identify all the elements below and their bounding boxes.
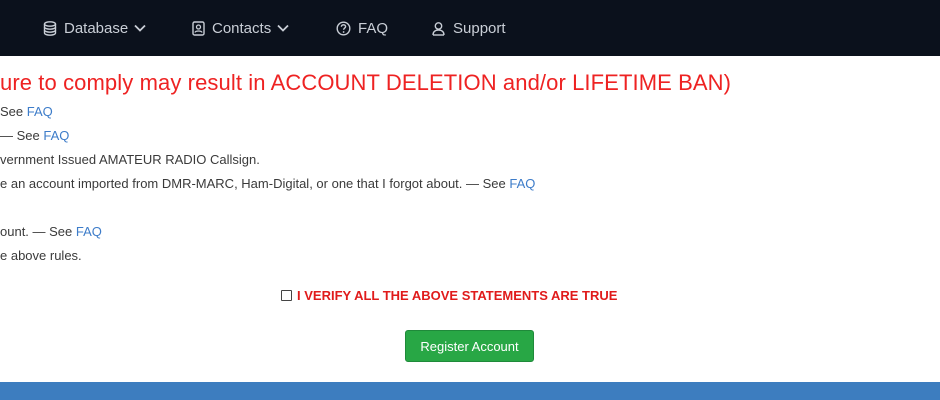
rule-item: vernment Issued AMATEUR RADIO Callsign.	[0, 152, 260, 167]
top-navbar: Database Contacts FAQ Support	[0, 0, 940, 56]
rule-text: ount. — See	[0, 224, 76, 239]
faq-link[interactable]: FAQ	[509, 176, 535, 191]
verify-label: I VERIFY ALL THE ABOVE STATEMENTS ARE TR…	[297, 288, 618, 303]
verify-checkbox[interactable]	[281, 290, 292, 301]
rule-item: e above rules.	[0, 248, 82, 263]
rule-text: e an account imported from DMR-MARC, Ham…	[0, 176, 510, 191]
faq-link[interactable]: FAQ	[27, 104, 53, 119]
rule-item: e an account imported from DMR-MARC, Ham…	[0, 176, 535, 191]
faq-link[interactable]: FAQ	[76, 224, 102, 239]
footer-bar	[0, 382, 940, 400]
rule-text: See	[0, 104, 27, 119]
rule-text: e above rules.	[0, 248, 82, 263]
rule-text: vernment Issued AMATEUR RADIO Callsign.	[0, 152, 260, 167]
warning-text: ure to comply may result in ACCOUNT DELE…	[0, 70, 732, 95]
nav-contacts[interactable]: Contacts	[192, 0, 289, 56]
rule-item: See FAQ	[0, 104, 53, 119]
rule-item: — See FAQ	[0, 128, 69, 143]
rule-item: ount. — See FAQ	[0, 224, 102, 239]
nav-contacts-label: Contacts	[212, 19, 272, 37]
database-icon	[43, 20, 57, 36]
rule-text: — See	[0, 128, 44, 143]
nav-support-label: Support	[453, 19, 506, 37]
contacts-icon	[192, 20, 205, 36]
verify-checkbox-row[interactable]: I VERIFY ALL THE ABOVE STATEMENTS ARE TR…	[281, 288, 617, 303]
chevron-down-icon	[277, 24, 289, 32]
support-icon	[432, 21, 445, 36]
nav-faq-label: FAQ	[358, 19, 389, 37]
nav-faq[interactable]: FAQ	[336, 0, 388, 56]
faq-icon	[336, 20, 351, 36]
register-account-button[interactable]: Register Account	[405, 330, 534, 362]
nav-database-label: Database	[64, 19, 129, 37]
faq-link[interactable]: FAQ	[43, 128, 69, 143]
nav-database[interactable]: Database	[43, 0, 146, 56]
chevron-down-icon	[134, 24, 146, 32]
nav-support[interactable]: Support	[431, 0, 506, 56]
